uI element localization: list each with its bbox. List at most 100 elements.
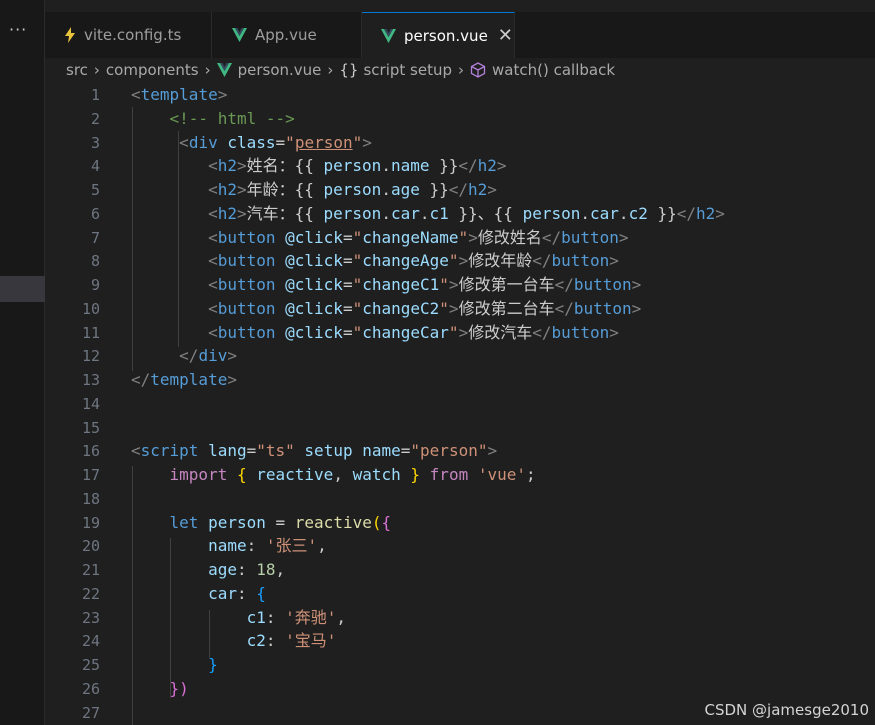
- code-token: >: [227, 346, 237, 366]
- line-number: 18: [81, 489, 100, 508]
- code-token: </: [458, 156, 478, 176]
- code-token: ,: [336, 607, 347, 627]
- code-line[interactable]: c1: '奔驰',: [131, 606, 346, 630]
- code-token: }}: [419, 180, 449, 199]
- code-token: <: [208, 251, 218, 271]
- code-token: button: [217, 275, 276, 294]
- code-line[interactable]: let person = reactive({: [131, 511, 392, 535]
- code-line[interactable]: </div>: [131, 344, 237, 368]
- code-token: reactive: [256, 465, 334, 484]
- code-token: >: [618, 227, 629, 247]
- code-token: <!-- html -->: [169, 108, 295, 128]
- breadcrumb-item-src[interactable]: src: [66, 61, 88, 79]
- code-line[interactable]: <button @click="changeAge">修改年龄</button>: [131, 249, 619, 273]
- line-number: 9: [90, 276, 100, 294]
- tab-person-vue[interactable]: person.vue ✕: [362, 12, 515, 58]
- code-line[interactable]: age: 18,: [131, 558, 285, 582]
- breadcrumb-item-script-setup[interactable]: script setup: [363, 61, 452, 79]
- code-token: ": [352, 298, 363, 318]
- more-actions-icon[interactable]: ···: [9, 20, 27, 39]
- code-line[interactable]: <div class="person">: [131, 131, 372, 155]
- code-line[interactable]: </template>: [131, 368, 237, 392]
- code-token: </: [131, 370, 151, 389]
- close-icon[interactable]: ✕: [498, 25, 513, 46]
- code-token: @click: [285, 322, 343, 342]
- vue-logo-icon: [232, 28, 247, 42]
- code-token: >: [458, 251, 469, 271]
- code-token: ": [458, 227, 469, 247]
- code-token: >: [468, 227, 478, 247]
- code-token: <: [131, 441, 141, 461]
- code-token: <: [208, 298, 218, 318]
- code-line[interactable]: c2: '宝马': [131, 629, 337, 653]
- code-line[interactable]: <button @click="changeC2">修改第二台车</button…: [131, 297, 641, 321]
- code-line[interactable]: }: [131, 653, 218, 677]
- line-number: 15: [81, 418, 100, 437]
- code-token: </: [448, 180, 469, 199]
- code-token: </: [179, 346, 199, 366]
- code-token: age: [390, 180, 420, 199]
- code-line[interactable]: <script lang="ts" setup name="person">: [131, 439, 497, 463]
- code-token: >: [631, 275, 642, 294]
- code-line[interactable]: name: '张三',: [131, 534, 327, 558]
- code-line[interactable]: <!-- html -->: [131, 107, 295, 131]
- code-line[interactable]: import { reactive, watch } from 'vue';: [131, 463, 536, 487]
- breadcrumb-item-components[interactable]: components: [106, 61, 199, 79]
- code-line[interactable]: car: {: [131, 582, 266, 606]
- code-token: =: [342, 227, 353, 247]
- code-line[interactable]: <h2>姓名：{{ person.name }}</h2>: [131, 154, 507, 178]
- code-token: {: [236, 465, 247, 484]
- code-token: </: [554, 275, 574, 294]
- code-token: 修改汽车: [468, 322, 533, 342]
- breadcrumb-item-file[interactable]: person.vue: [238, 61, 322, 79]
- line-number: 2: [90, 109, 100, 128]
- code-line[interactable]: <h2>汽车：{{ person.car.c1 }}、{{ person.car…: [131, 202, 725, 226]
- code-token: <: [208, 180, 218, 199]
- code-editor[interactable]: 1 2 3 4 5 6 7 8 9 10 11 12 13 14 15 16 17 18 19 20 21 22 23 24 2…: [45, 82, 875, 725]
- code-token: h2: [477, 156, 497, 176]
- code-line[interactable]: <template>: [131, 83, 227, 107]
- code-token: from: [429, 465, 469, 484]
- line-number: 23: [81, 608, 100, 627]
- code-token: script: [140, 441, 199, 461]
- code-token: <: [131, 85, 141, 104]
- code-token: >: [631, 298, 642, 318]
- line-number: 20: [81, 537, 100, 556]
- code-line[interactable]: <button @click="changeC1">修改第一台车</button…: [131, 273, 641, 297]
- code-token: }}: [429, 156, 459, 176]
- code-line[interactable]: <button @click="changeCar">修改汽车</button>: [131, 321, 619, 345]
- code-line[interactable]: <h2>年龄：{{ person.age }}</h2>: [131, 178, 497, 202]
- code-token: </: [532, 322, 552, 342]
- tab-vite-config[interactable]: vite.config.ts: [45, 12, 212, 58]
- code-token: >: [458, 322, 469, 342]
- tab-app-vue[interactable]: App.vue: [212, 12, 362, 58]
- code-token: ;: [526, 465, 536, 484]
- code-token: template: [150, 370, 228, 389]
- breadcrumb-item-watch-callback[interactable]: watch() callback: [492, 61, 615, 79]
- code-line[interactable]: }): [131, 677, 189, 701]
- line-number: 11: [81, 323, 100, 342]
- code-token: ": [448, 251, 459, 271]
- line-number: 10: [81, 299, 100, 318]
- code-token: ": [352, 251, 363, 271]
- chevron-right-icon: ›: [458, 61, 465, 79]
- code-token: >: [236, 203, 247, 223]
- code-token: name: [390, 156, 430, 176]
- code-token: 年龄：{{: [246, 180, 324, 199]
- line-number: 4: [90, 157, 100, 176]
- code-token: </: [541, 227, 562, 247]
- code-token: class: [227, 132, 276, 152]
- code-token: >: [496, 156, 507, 176]
- code-token: h2: [217, 180, 237, 199]
- code-line[interactable]: <button @click="changeName">修改姓名</button…: [131, 226, 629, 250]
